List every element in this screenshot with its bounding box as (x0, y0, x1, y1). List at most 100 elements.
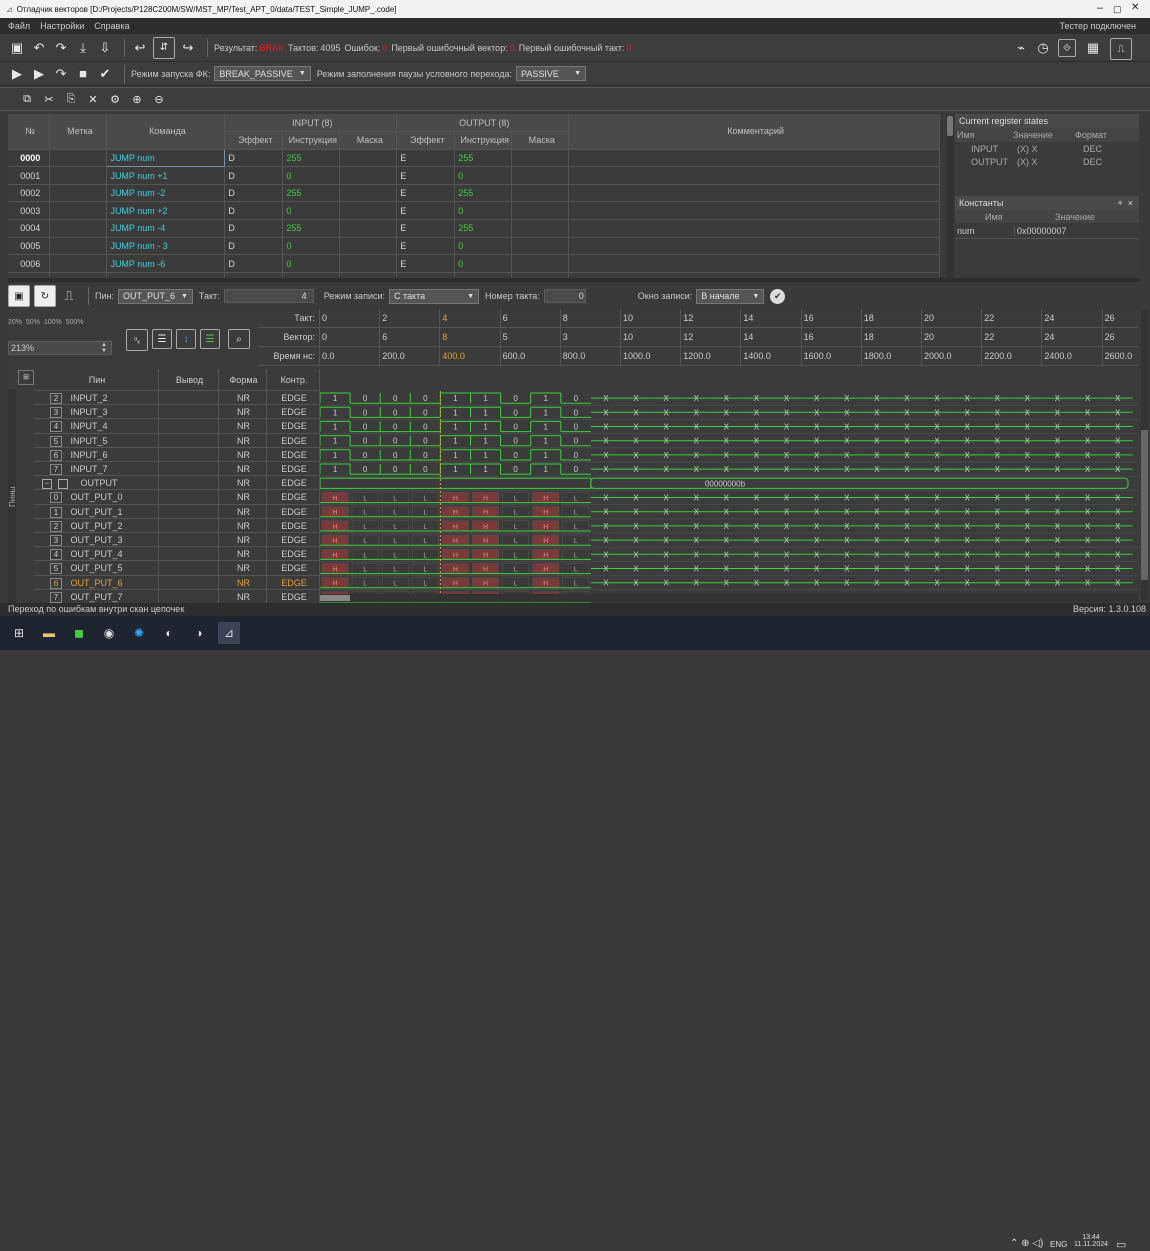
pin-row-input_5[interactable]: 5 INPUT_5 (34, 433, 159, 448)
windows-start-icon[interactable]: ⊞ (8, 622, 30, 644)
pin-row-out_put_7[interactable]: 7 OUT_PUT_7 (34, 589, 159, 604)
settings-app-icon[interactable]: ✺ (128, 622, 150, 644)
row-label[interactable] (49, 237, 108, 256)
pin-ctrl-cell[interactable]: EDGE (267, 433, 320, 448)
output-instruction[interactable]: 255 (454, 219, 513, 238)
pin-form-cell[interactable]: NR (219, 490, 267, 505)
cursor-icon[interactable]: ↕ (176, 329, 196, 349)
input-effect[interactable]: D (224, 166, 284, 185)
row-label[interactable] (49, 149, 108, 168)
input-mask[interactable] (339, 201, 398, 221)
horizontal-scrollbar[interactable] (320, 594, 1138, 602)
output-mask[interactable] (511, 149, 570, 168)
pin-ctrl-cell[interactable]: EDGE (267, 575, 320, 590)
row-command[interactable]: JUMP num +2 (106, 201, 226, 221)
takt-number-input[interactable]: 0 (543, 289, 586, 303)
pin-output-cell[interactable] (159, 575, 219, 590)
output-mask[interactable] (511, 184, 570, 203)
delete-icon[interactable]: ✕ (84, 90, 102, 108)
input-effect[interactable]: D (224, 184, 284, 203)
cut-icon[interactable]: ✂ (40, 90, 58, 108)
fk-mode-select[interactable]: BREAK_PASSIVE ▼ (214, 66, 311, 81)
scrollbar-thumb[interactable] (947, 116, 953, 136)
window-select[interactable]: В начале ▼ (696, 288, 765, 304)
spin-arrows-icon[interactable]: ▲ ▼ (101, 342, 107, 354)
waveform-canvas[interactable]: 1 0 0 0 1 1 0 1 0 X X X X X X X X X X X X X X X X X X 1 0 0 0 1 1 0 1 0 X X X X… (320, 391, 1138, 604)
add-row-icon[interactable]: ⊕ (128, 90, 146, 108)
pin-row-out_put_1[interactable]: 1 OUT_PUT_1 (34, 504, 159, 519)
qt-creator-icon[interactable]: ◼ (68, 622, 90, 644)
pin-output-cell[interactable] (159, 589, 219, 604)
bus-checkbox[interactable] (58, 478, 68, 489)
language-indicator[interactable]: ENG (1050, 1240, 1067, 1249)
pin-form-cell[interactable]: NR (219, 575, 267, 590)
row-comment[interactable] (568, 219, 940, 238)
input-effect[interactable]: D (224, 237, 284, 256)
pin-ctrl-cell[interactable]: EDGE (267, 462, 320, 477)
constant-row[interactable]: num 0x00000007 (955, 223, 1139, 239)
pin-row-input_2[interactable]: 2 INPUT_2 (34, 391, 159, 406)
row-label[interactable] (49, 219, 108, 238)
save-timing-icon[interactable]: ▣ (8, 285, 30, 307)
vector-row[interactable]: 0000 JUMP num D 255 E 255 (8, 148, 940, 168)
pin-form-cell[interactable]: NR (219, 476, 267, 491)
row-command[interactable]: JUMP num -1 (106, 272, 226, 277)
zoom-20[interactable]: 20% (8, 319, 22, 326)
pin-output-cell[interactable] (159, 476, 219, 491)
input-instruction[interactable]: 255 (282, 219, 341, 238)
copy-icon[interactable]: ⧉ (18, 90, 36, 108)
input-mask[interactable] (339, 166, 398, 185)
input-instruction[interactable]: 0 (282, 237, 341, 256)
row-comment[interactable] (568, 149, 940, 168)
zoom-search-icon[interactable]: ⌕ (228, 329, 250, 349)
add-constant-icon[interactable]: + (1117, 198, 1122, 208)
pin-form-cell[interactable]: NR (219, 405, 267, 420)
output-instruction[interactable]: 0 (454, 166, 513, 185)
output-effect[interactable]: E (396, 219, 456, 238)
paste-icon[interactable]: ⎘ (62, 90, 80, 108)
pin-row-out_put_2[interactable]: 2 OUT_PUT_2 (34, 518, 159, 533)
pin-form-cell[interactable]: NR (219, 419, 267, 434)
pin-output-cell[interactable] (159, 561, 219, 576)
pin-form-cell[interactable]: NR (219, 561, 267, 576)
pin-output-cell[interactable] (159, 518, 219, 533)
pin-ctrl-cell[interactable]: EDGE (267, 405, 320, 420)
close-button[interactable]: ✕ (1131, 2, 1139, 13)
vector-row[interactable]: 0003 JUMP num +2 D 0 E 0 (8, 201, 940, 221)
scale-icon[interactable]: ⁰ₓ (126, 329, 148, 351)
notification-icon[interactable]: ▭ (1116, 1238, 1126, 1251)
pin-form-cell[interactable]: NR (219, 547, 267, 562)
pin-form-cell[interactable]: NR (219, 433, 267, 448)
output-mask[interactable] (511, 201, 570, 221)
pin-row-input_7[interactable]: 7 INPUT_7 (34, 462, 159, 477)
output-instruction[interactable]: 255 (454, 184, 513, 203)
refresh-icon[interactable]: ↻ (34, 285, 56, 307)
input-instruction[interactable]: 255 (282, 149, 341, 168)
pin-output-cell[interactable] (159, 462, 219, 477)
pause-mode-select[interactable]: PASSIVE ▼ (516, 66, 586, 81)
scan-chain-icon[interactable]: ⇵ (153, 36, 175, 59)
fit-icon[interactable]: ☰ (152, 329, 172, 349)
input-instruction[interactable]: 255 (282, 184, 341, 203)
edge-mode-icon[interactable]: ☰ (200, 329, 220, 349)
pin-ctrl-cell[interactable]: EDGE (267, 391, 320, 406)
pin-form-cell[interactable]: NR (219, 391, 267, 406)
edge-icon[interactable]: ⎍ (60, 287, 78, 305)
output-mask[interactable] (511, 272, 570, 277)
pin-output-cell[interactable] (159, 533, 219, 548)
row-comment[interactable] (568, 184, 940, 203)
jump-forward-icon[interactable]: ↪ (179, 39, 197, 57)
takt-input[interactable]: 4 (223, 289, 314, 303)
zoom-500[interactable]: 500% (66, 319, 84, 326)
pin-row-out_put_5[interactable]: 5 OUT_PUT_5 (34, 561, 159, 576)
pin-ctrl-cell[interactable]: EDGE (267, 476, 320, 491)
scrollbar-thumb[interactable] (1141, 430, 1148, 580)
pin-row-out_put_6[interactable]: 6 OUT_PUT_6 (34, 575, 159, 590)
pin-form-cell[interactable]: NR (219, 504, 267, 519)
pin-row-input_6[interactable]: 6 INPUT_6 (34, 447, 159, 462)
zoom-100[interactable]: 100% (44, 319, 62, 326)
row-comment[interactable] (568, 254, 940, 273)
file-explorer-icon[interactable]: ▬ (38, 622, 60, 644)
tray-icons[interactable]: ⌃ ⊕ ◁) (1010, 1238, 1043, 1249)
scrollbar-thumb[interactable] (320, 595, 350, 601)
